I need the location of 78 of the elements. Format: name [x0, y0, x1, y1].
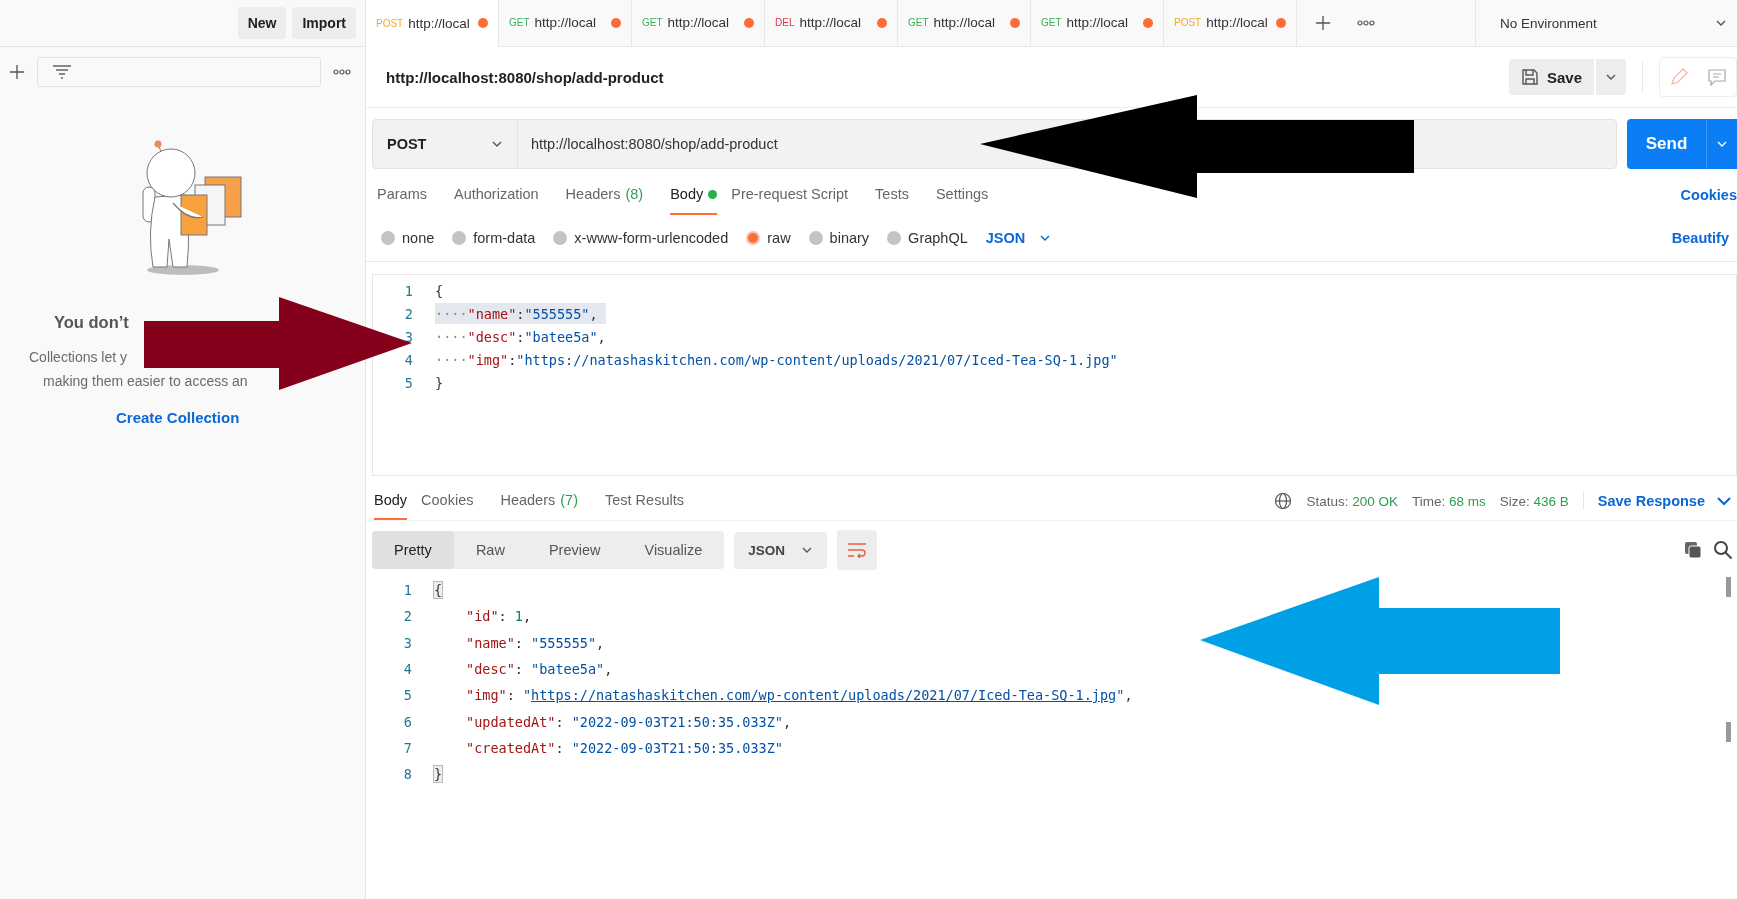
line-number: 8 — [402, 766, 413, 783]
line-number: 4 — [402, 661, 413, 678]
body-type-radio[interactable]: GraphQL — [887, 230, 968, 246]
code-line: ····"img":"https://natashaskitchen.com/wp-content/uploads/2021/07/Iced-Tea-SQ-1.jpg" — [435, 350, 1118, 370]
format-dropdown[interactable]: JSON — [734, 531, 827, 569]
tab[interactable]: Body — [374, 482, 408, 520]
tab[interactable]: Headers (8) — [565, 175, 657, 215]
body-type-radio[interactable]: raw — [746, 230, 791, 246]
environment-select[interactable]: No Environment — [1475, 0, 1737, 46]
empty-description: making them easier to access an — [43, 373, 248, 389]
tab[interactable]: Body — [670, 175, 718, 215]
line-number: 7 — [402, 739, 413, 756]
line-number: 2 — [403, 305, 414, 322]
create-collection-link[interactable]: Create Collection — [116, 409, 240, 426]
line-number: 1 — [402, 582, 413, 599]
filter-field[interactable] — [37, 57, 321, 87]
beautify-link[interactable]: Beautify — [1671, 230, 1729, 246]
new-button[interactable]: New — [237, 7, 287, 39]
request-tab[interactable]: POST http://local — [366, 0, 499, 47]
cookies-link[interactable]: Cookies — [1680, 187, 1737, 203]
code-line: "createdAt": "2022-09-03T21:50:35.033Z" — [465, 738, 783, 758]
line-number: 2 — [402, 608, 413, 625]
size-text: Size: 436 B — [1499, 493, 1569, 509]
line-number: 3 — [402, 634, 413, 651]
search-icon[interactable] — [1713, 540, 1733, 560]
line-number: 5 — [403, 374, 414, 391]
code-line: "name": "555555", — [465, 633, 605, 653]
floppy-icon — [1520, 68, 1539, 86]
code-line: "img": "https://natashaskitchen.com/wp-content/uploads/2021/07/Iced-Tea-SQ-1.jpg", — [465, 686, 1133, 706]
body-type-radio[interactable]: none — [381, 230, 435, 246]
plus-icon[interactable] — [9, 64, 25, 80]
view-tab[interactable]: Pretty — [372, 531, 454, 569]
line-number: 6 — [402, 713, 413, 730]
code-line: "desc": "batee5a", — [465, 660, 613, 680]
save-response-button[interactable]: Save Response — [1582, 492, 1733, 510]
line-number: 1 — [403, 282, 414, 299]
save-button[interactable]: Save — [1508, 59, 1594, 95]
time-text: Time: 68 ms — [1411, 493, 1486, 509]
more-icon[interactable] — [333, 69, 351, 75]
tab[interactable]: Cookies — [421, 482, 487, 520]
line-number: 4 — [403, 351, 414, 368]
code-line: } — [435, 373, 444, 393]
view-tab[interactable]: Preview — [526, 531, 623, 569]
scrollbar-thumb[interactable] — [1726, 577, 1731, 597]
view-tab[interactable]: Raw — [453, 531, 527, 569]
code-line: ····"desc":"batee5a", — [435, 327, 606, 347]
tab[interactable]: Tests — [875, 175, 922, 215]
send-button[interactable]: Send — [1627, 119, 1737, 169]
empty-title: You don’t — [54, 313, 129, 332]
body-type-radio[interactable]: binary — [808, 230, 870, 246]
body-type-radio[interactable]: form-data — [452, 230, 536, 246]
format-dropdown[interactable]: JSON — [985, 230, 1052, 246]
filter-icon — [52, 65, 72, 79]
code-line: { — [435, 281, 444, 301]
tab[interactable]: Settings — [935, 175, 1002, 215]
plus-icon[interactable] — [1315, 15, 1331, 31]
view-tab[interactable]: Visualize — [622, 531, 725, 569]
request-title: http://localhost:8080/shop/add-product — [386, 68, 664, 86]
import-button[interactable]: Import — [292, 7, 356, 39]
wrap-icon — [847, 542, 867, 558]
wrap-button[interactable] — [837, 530, 877, 570]
copy-icon[interactable] — [1683, 540, 1703, 560]
tab[interactable]: Params — [377, 175, 440, 215]
more-icon[interactable] — [1357, 20, 1375, 26]
code-editor[interactable]: 1 { 2 ····"name":"555555", 3 ····"desc":"batee5a", 4 ····"img":"https://natashaskitchen.com/wp-content/uploads/2021/07/Iced-Tea-SQ-1.jpg" 5 } — [372, 274, 1737, 476]
code-line: "id": 1, — [465, 607, 532, 627]
tab[interactable]: Headers (7) — [500, 482, 591, 520]
body-type-radio[interactable]: x-www-form-urlencoded — [553, 230, 729, 246]
line-number: 5 — [402, 687, 413, 704]
line-number: 3 — [403, 328, 414, 345]
globe-icon[interactable] — [1274, 492, 1293, 510]
status-text: Status: 200 OK — [1306, 493, 1398, 509]
scrollbar-thumb[interactable] — [1726, 722, 1731, 742]
tab[interactable]: Authorization — [453, 175, 552, 215]
code-line: "updatedAt": "2022-09-03T21:50:35.033Z", — [465, 712, 792, 732]
empty-description: Collections let y — [29, 349, 128, 365]
tab[interactable]: Pre-request Script — [731, 175, 862, 215]
tab[interactable]: Test Results — [605, 482, 697, 520]
